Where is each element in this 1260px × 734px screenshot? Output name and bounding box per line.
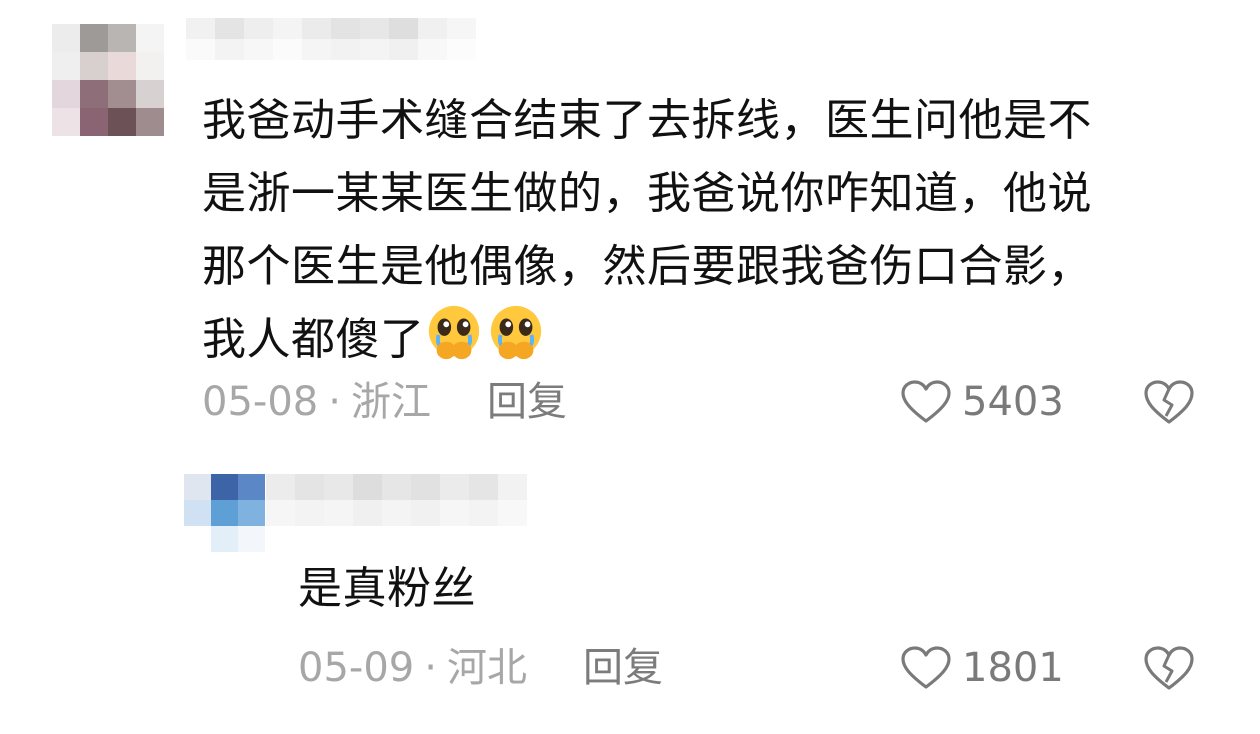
broken-heart-icon[interactable] bbox=[1142, 378, 1196, 426]
avatar[interactable] bbox=[52, 24, 164, 136]
avatar[interactable] bbox=[184, 474, 265, 552]
comment-date: 05-08 bbox=[202, 379, 319, 425]
username-blurred[interactable] bbox=[186, 18, 476, 60]
pleading-face-emoji bbox=[428, 305, 479, 360]
comment-line: 我人都傻了 bbox=[202, 314, 425, 365]
comment-location: 浙江 bbox=[350, 379, 431, 425]
like-count: 1801 bbox=[962, 645, 1064, 691]
like-button[interactable]: 1801 bbox=[900, 644, 1064, 692]
reply-text: 是真粉丝 bbox=[298, 563, 476, 614]
meta-separator: · bbox=[424, 645, 437, 691]
comment-text: 我爸动手术缝合结束了去拆线，医生问他是不 是浙一某某医生做的，我爸说你咋知道，他… bbox=[202, 84, 1212, 376]
comment-meta: 05-08 · 浙江 回复 bbox=[202, 378, 567, 426]
like-button[interactable]: 5403 bbox=[900, 378, 1064, 426]
broken-heart-icon[interactable] bbox=[1142, 644, 1196, 692]
username-blurred[interactable] bbox=[266, 474, 528, 526]
reply-date: 05-09 bbox=[298, 645, 415, 691]
comment-line: 那个医生是他偶像，然后要跟我爸伤口合影， bbox=[202, 241, 1092, 292]
reply-button[interactable]: 回复 bbox=[487, 379, 567, 425]
heart-icon bbox=[901, 380, 951, 423]
pleading-face-emoji bbox=[490, 305, 541, 360]
reply-meta: 05-09 · 河北 回复 bbox=[298, 644, 663, 692]
comment-line: 我爸动手术缝合结束了去拆线，医生问他是不 bbox=[202, 95, 1092, 146]
heart-icon bbox=[901, 646, 951, 689]
meta-separator: · bbox=[328, 379, 341, 425]
like-count: 5403 bbox=[962, 379, 1064, 425]
reply-location: 河北 bbox=[446, 645, 527, 691]
reply-button[interactable]: 回复 bbox=[583, 645, 663, 691]
comment-line: 是浙一某某医生做的，我爸说你咋知道，他说 bbox=[202, 168, 1092, 219]
